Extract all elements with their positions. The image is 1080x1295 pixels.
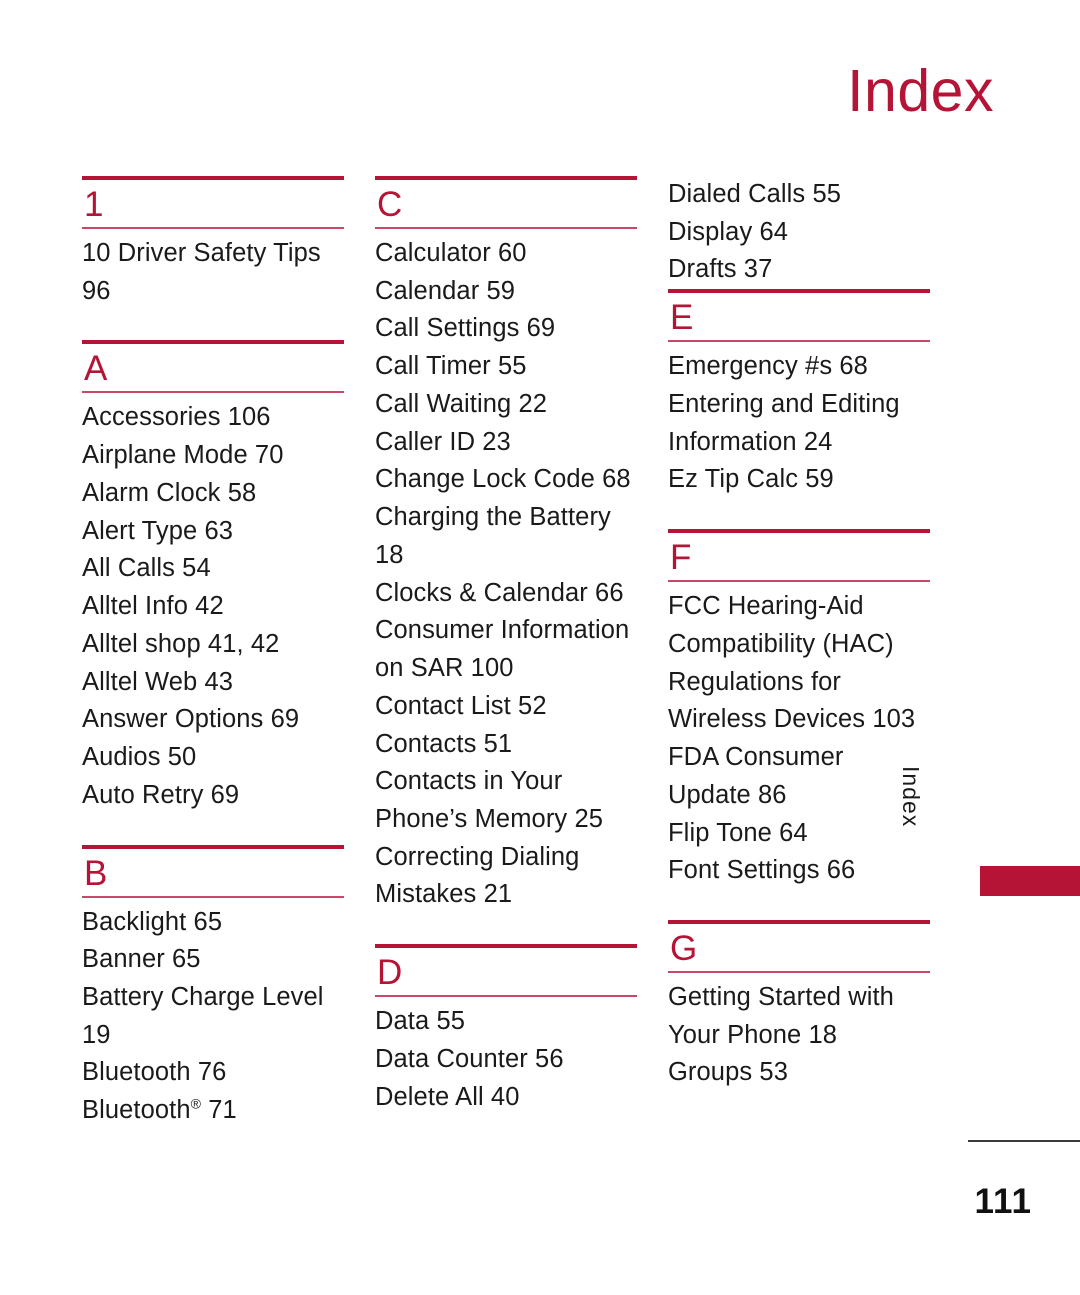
index-entry[interactable]: Getting Started with Your Phone 18 bbox=[668, 979, 930, 1054]
section-entries: Data 55 Data Counter 56 Delete All 40 bbox=[375, 997, 637, 1116]
section-letter: G bbox=[670, 929, 698, 969]
section-letter: F bbox=[670, 538, 692, 578]
index-entry[interactable]: Auto Retry 69 bbox=[82, 777, 344, 815]
index-section: D Data 55 Data Counter 56 Delete All 40 bbox=[375, 944, 637, 1116]
index-column-3: Dialed Calls 55 Display 64 Drafts 37 E E… bbox=[668, 176, 930, 1130]
index-entry[interactable]: Charging the Battery 18 bbox=[375, 499, 637, 574]
index-entry[interactable]: Airplane Mode 70 bbox=[82, 437, 344, 475]
section-entries: Accessories 106 Airplane Mode 70 Alarm C… bbox=[82, 393, 344, 814]
index-entry[interactable]: Delete All 40 bbox=[375, 1079, 637, 1117]
index-entry[interactable]: Alltel Web 43 bbox=[82, 664, 344, 702]
index-entry[interactable]: Answer Options 69 bbox=[82, 701, 344, 739]
index-entry[interactable]: Alert Type 63 bbox=[82, 513, 344, 551]
index-section: G Getting Started with Your Phone 18 Gro… bbox=[668, 920, 930, 1092]
index-section: C Calculator 60 Calendar 59 Call Setting… bbox=[375, 176, 637, 914]
index-entry[interactable]: Audios 50 bbox=[82, 739, 344, 777]
index-entry[interactable]: Battery Charge Level 19 bbox=[82, 979, 344, 1054]
index-entry[interactable]: Change Lock Code 68 bbox=[375, 461, 637, 499]
index-entry[interactable]: Entering and Editing Information 24 bbox=[668, 386, 930, 461]
side-tab-marker bbox=[980, 866, 1080, 896]
index-entry[interactable]: Data Counter 56 bbox=[375, 1041, 637, 1079]
index-page: Index 1 10 Driver Safety Tips 96 A Acces… bbox=[0, 0, 1080, 1295]
index-entry[interactable]: Alarm Clock 58 bbox=[82, 475, 344, 513]
index-column-1: 1 10 Driver Safety Tips 96 A Accessories… bbox=[82, 176, 344, 1130]
index-entry[interactable]: FDA Consumer Update 86 bbox=[668, 739, 930, 814]
index-section: A Accessories 106 Airplane Mode 70 Alarm… bbox=[82, 340, 344, 814]
index-entry[interactable]: Calendar 59 bbox=[375, 273, 637, 311]
section-entries: 10 Driver Safety Tips 96 bbox=[82, 229, 344, 310]
index-entry[interactable]: Banner 65 bbox=[82, 941, 344, 979]
index-entry[interactable]: Contact List 52 bbox=[375, 688, 637, 726]
section-letter: D bbox=[377, 953, 403, 993]
footer-rule bbox=[968, 1140, 1080, 1142]
section-letter: E bbox=[670, 298, 694, 338]
index-section: E Emergency #s 68 Entering and Editing I… bbox=[668, 289, 930, 499]
section-letter: A bbox=[84, 349, 108, 389]
section-entries: Getting Started with Your Phone 18 Group… bbox=[668, 973, 930, 1092]
section-letter: C bbox=[377, 185, 403, 224]
page-title: Index bbox=[847, 58, 994, 124]
index-entry[interactable]: Caller ID 23 bbox=[375, 424, 637, 462]
index-entry[interactable]: Ez Tip Calc 59 bbox=[668, 461, 930, 499]
index-entry[interactable]: Alltel shop 41, 42 bbox=[82, 626, 344, 664]
index-columns: 1 10 Driver Safety Tips 96 A Accessories… bbox=[82, 176, 954, 1130]
index-entry[interactable]: Call Settings 69 bbox=[375, 310, 637, 348]
index-entry[interactable]: Calculator 60 bbox=[375, 235, 637, 273]
side-tab-label: Index bbox=[898, 766, 924, 828]
index-entry[interactable]: FCC Hearing-Aid Compatibility (HAC) Regu… bbox=[668, 588, 930, 739]
index-entry[interactable]: Display 64 bbox=[668, 214, 930, 252]
index-entry[interactable]: Backlight 65 bbox=[82, 904, 344, 942]
index-entry[interactable]: Data 55 bbox=[375, 1003, 637, 1041]
section-entries: Calculator 60 Calendar 59 Call Settings … bbox=[375, 229, 637, 914]
index-entry[interactable]: Groups 53 bbox=[668, 1054, 930, 1092]
section-entries: FCC Hearing-Aid Compatibility (HAC) Regu… bbox=[668, 582, 930, 890]
index-entry[interactable]: Flip Tone 64 bbox=[668, 815, 930, 853]
section-letter: 1 bbox=[84, 185, 104, 224]
index-entry[interactable]: Bluetooth 76 bbox=[82, 1054, 344, 1092]
index-column-2: C Calculator 60 Calendar 59 Call Setting… bbox=[375, 176, 637, 1130]
index-entry[interactable]: Contacts in Your Phone’s Memory 25 bbox=[375, 763, 637, 838]
index-entry[interactable]: 10 Driver Safety Tips 96 bbox=[82, 235, 344, 310]
index-entry[interactable]: Font Settings 66 bbox=[668, 852, 930, 890]
index-section: 1 10 Driver Safety Tips 96 bbox=[82, 176, 344, 310]
section-entries: Emergency #s 68 Entering and Editing Inf… bbox=[668, 342, 930, 499]
index-entry[interactable]: Call Timer 55 bbox=[375, 348, 637, 386]
page-number: 111 bbox=[974, 1182, 1032, 1221]
index-entry[interactable]: Bluetooth® 71 bbox=[82, 1092, 344, 1130]
index-entry[interactable]: Consumer Information on SAR 100 bbox=[375, 612, 637, 687]
index-entry[interactable]: Alltel Info 42 bbox=[82, 588, 344, 626]
section-letter: B bbox=[84, 853, 108, 893]
index-entry[interactable]: Clocks & Calendar 66 bbox=[375, 575, 637, 613]
index-entry[interactable]: Drafts 37 bbox=[668, 251, 930, 289]
index-entry[interactable]: Correcting Dialing Mistakes 21 bbox=[375, 839, 637, 914]
index-section: F FCC Hearing-Aid Compatibility (HAC) Re… bbox=[668, 529, 930, 890]
index-entry[interactable]: Accessories 106 bbox=[82, 399, 344, 437]
index-entry[interactable]: Emergency #s 68 bbox=[668, 348, 930, 386]
index-entry[interactable]: Contacts 51 bbox=[375, 726, 637, 764]
index-section: B Backlight 65 Banner 65 Battery Charge … bbox=[82, 844, 344, 1130]
section-entries-continuation: Dialed Calls 55 Display 64 Drafts 37 bbox=[668, 176, 930, 289]
section-entries: Backlight 65 Banner 65 Battery Charge Le… bbox=[82, 898, 344, 1130]
index-entry[interactable]: Dialed Calls 55 bbox=[668, 176, 930, 214]
index-entry[interactable]: All Calls 54 bbox=[82, 550, 344, 588]
index-entry[interactable]: Call Waiting 22 bbox=[375, 386, 637, 424]
